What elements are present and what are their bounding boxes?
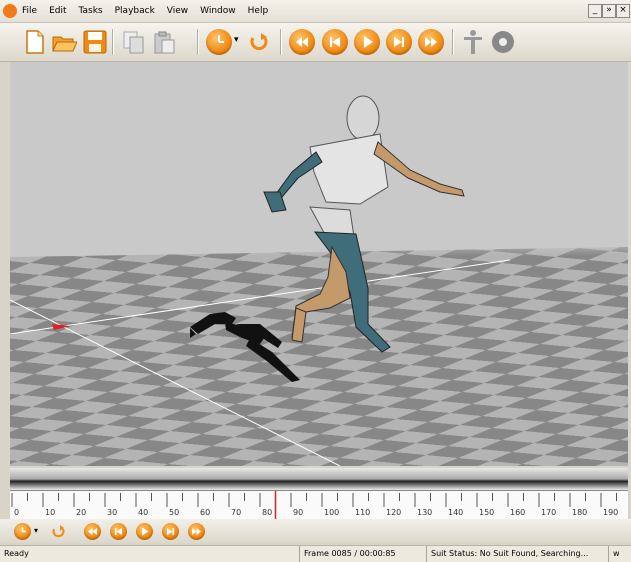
menu-playback[interactable]: Playback: [115, 6, 155, 16]
timeline-ruler[interactable]: 0 10 20 30 40 50 60 70 80 90 100 110 120 130 140 150 160…: [10, 490, 628, 519]
record-timer-icon[interactable]: [14, 523, 31, 540]
suit-status: Suit Status: No Suit Found, Searching...: [426, 546, 605, 562]
timeline-label: 180: [572, 508, 588, 517]
next-frame-icon[interactable]: [162, 523, 179, 540]
copy-icon[interactable]: [121, 29, 147, 55]
next-frame-icon[interactable]: [386, 29, 412, 55]
timeline-ticks: [11, 491, 617, 519]
save-icon[interactable]: [82, 29, 108, 55]
previous-frame-icon[interactable]: [322, 29, 348, 55]
timeline-label: 140: [448, 508, 464, 517]
main-toolbar: ▾: [0, 23, 631, 62]
timeline-label: 120: [386, 508, 402, 517]
frame-counter: Frame 0085 / 00:00:85: [299, 546, 419, 562]
loop-icon[interactable]: [246, 29, 272, 55]
play-icon[interactable]: [354, 29, 380, 55]
new-file-icon[interactable]: [22, 29, 48, 55]
rewind-icon[interactable]: [289, 29, 315, 55]
menu-tasks[interactable]: Tasks: [79, 6, 103, 16]
playback-bar: ▾: [0, 519, 631, 543]
rewind-icon[interactable]: [84, 523, 101, 540]
menu-window[interactable]: Window: [200, 6, 236, 16]
status-text: Ready: [4, 549, 29, 558]
timeline-label: 10: [45, 508, 56, 517]
record-timer-icon[interactable]: [206, 29, 232, 55]
menu-bar: File Edit Tasks Playback View Window Hel…: [0, 0, 631, 23]
timeline-label: 70: [231, 508, 242, 517]
menu-view[interactable]: View: [167, 6, 188, 16]
app-logo-icon[interactable]: [3, 4, 17, 18]
timeline-label: 190: [603, 508, 619, 517]
toolbar-separator: [280, 29, 282, 55]
figure-icon[interactable]: [460, 29, 486, 55]
timeline-scrollbar[interactable]: [10, 468, 628, 490]
close-button[interactable]: ×: [616, 4, 630, 18]
toolbar-separator: [452, 29, 454, 55]
paste-icon[interactable]: [151, 29, 177, 55]
disc-icon[interactable]: [490, 29, 516, 55]
timeline-label: 80: [262, 508, 273, 517]
fast-forward-icon[interactable]: [418, 29, 444, 55]
loop-icon[interactable]: [50, 523, 67, 540]
timer-dropdown-arrow[interactable]: ▾: [34, 526, 42, 536]
timeline-label: 0: [14, 508, 20, 517]
toolbar-separator: [197, 29, 199, 55]
timeline-label: 160: [510, 508, 526, 517]
timer-dropdown-arrow[interactable]: ▾: [234, 35, 242, 47]
menu-edit[interactable]: Edit: [49, 6, 66, 16]
status-bar: Ready Frame 0085 / 00:00:85 Suit Status:…: [0, 545, 631, 562]
open-folder-icon[interactable]: [51, 29, 78, 55]
timeline-label: 20: [76, 508, 87, 517]
timeline-label: 130: [417, 508, 433, 517]
menu-help[interactable]: Help: [248, 6, 269, 16]
timeline-label: 50: [169, 508, 180, 517]
restore-button[interactable]: »: [602, 4, 616, 18]
menu-items: File Edit Tasks Playback View Window Hel…: [22, 0, 280, 22]
fast-forward-icon[interactable]: [188, 523, 205, 540]
timeline-label: 90: [293, 508, 304, 517]
menu-file[interactable]: File: [22, 6, 37, 16]
viewport-3d[interactable]: [10, 62, 628, 466]
timeline-label: 170: [541, 508, 557, 517]
timeline-label: 100: [324, 508, 340, 517]
timeline-label: 40: [138, 508, 149, 517]
status-extra: w: [608, 546, 631, 562]
timeline-label: 30: [107, 508, 118, 517]
play-icon[interactable]: [136, 523, 153, 540]
toolbar-separator: [112, 29, 114, 55]
scene-canvas: [10, 62, 628, 466]
timeline-label: 150: [479, 508, 495, 517]
timeline-label: 60: [200, 508, 211, 517]
previous-frame-icon[interactable]: [110, 523, 127, 540]
minimize-button[interactable]: _: [588, 4, 602, 18]
timeline-label: 110: [355, 508, 371, 517]
